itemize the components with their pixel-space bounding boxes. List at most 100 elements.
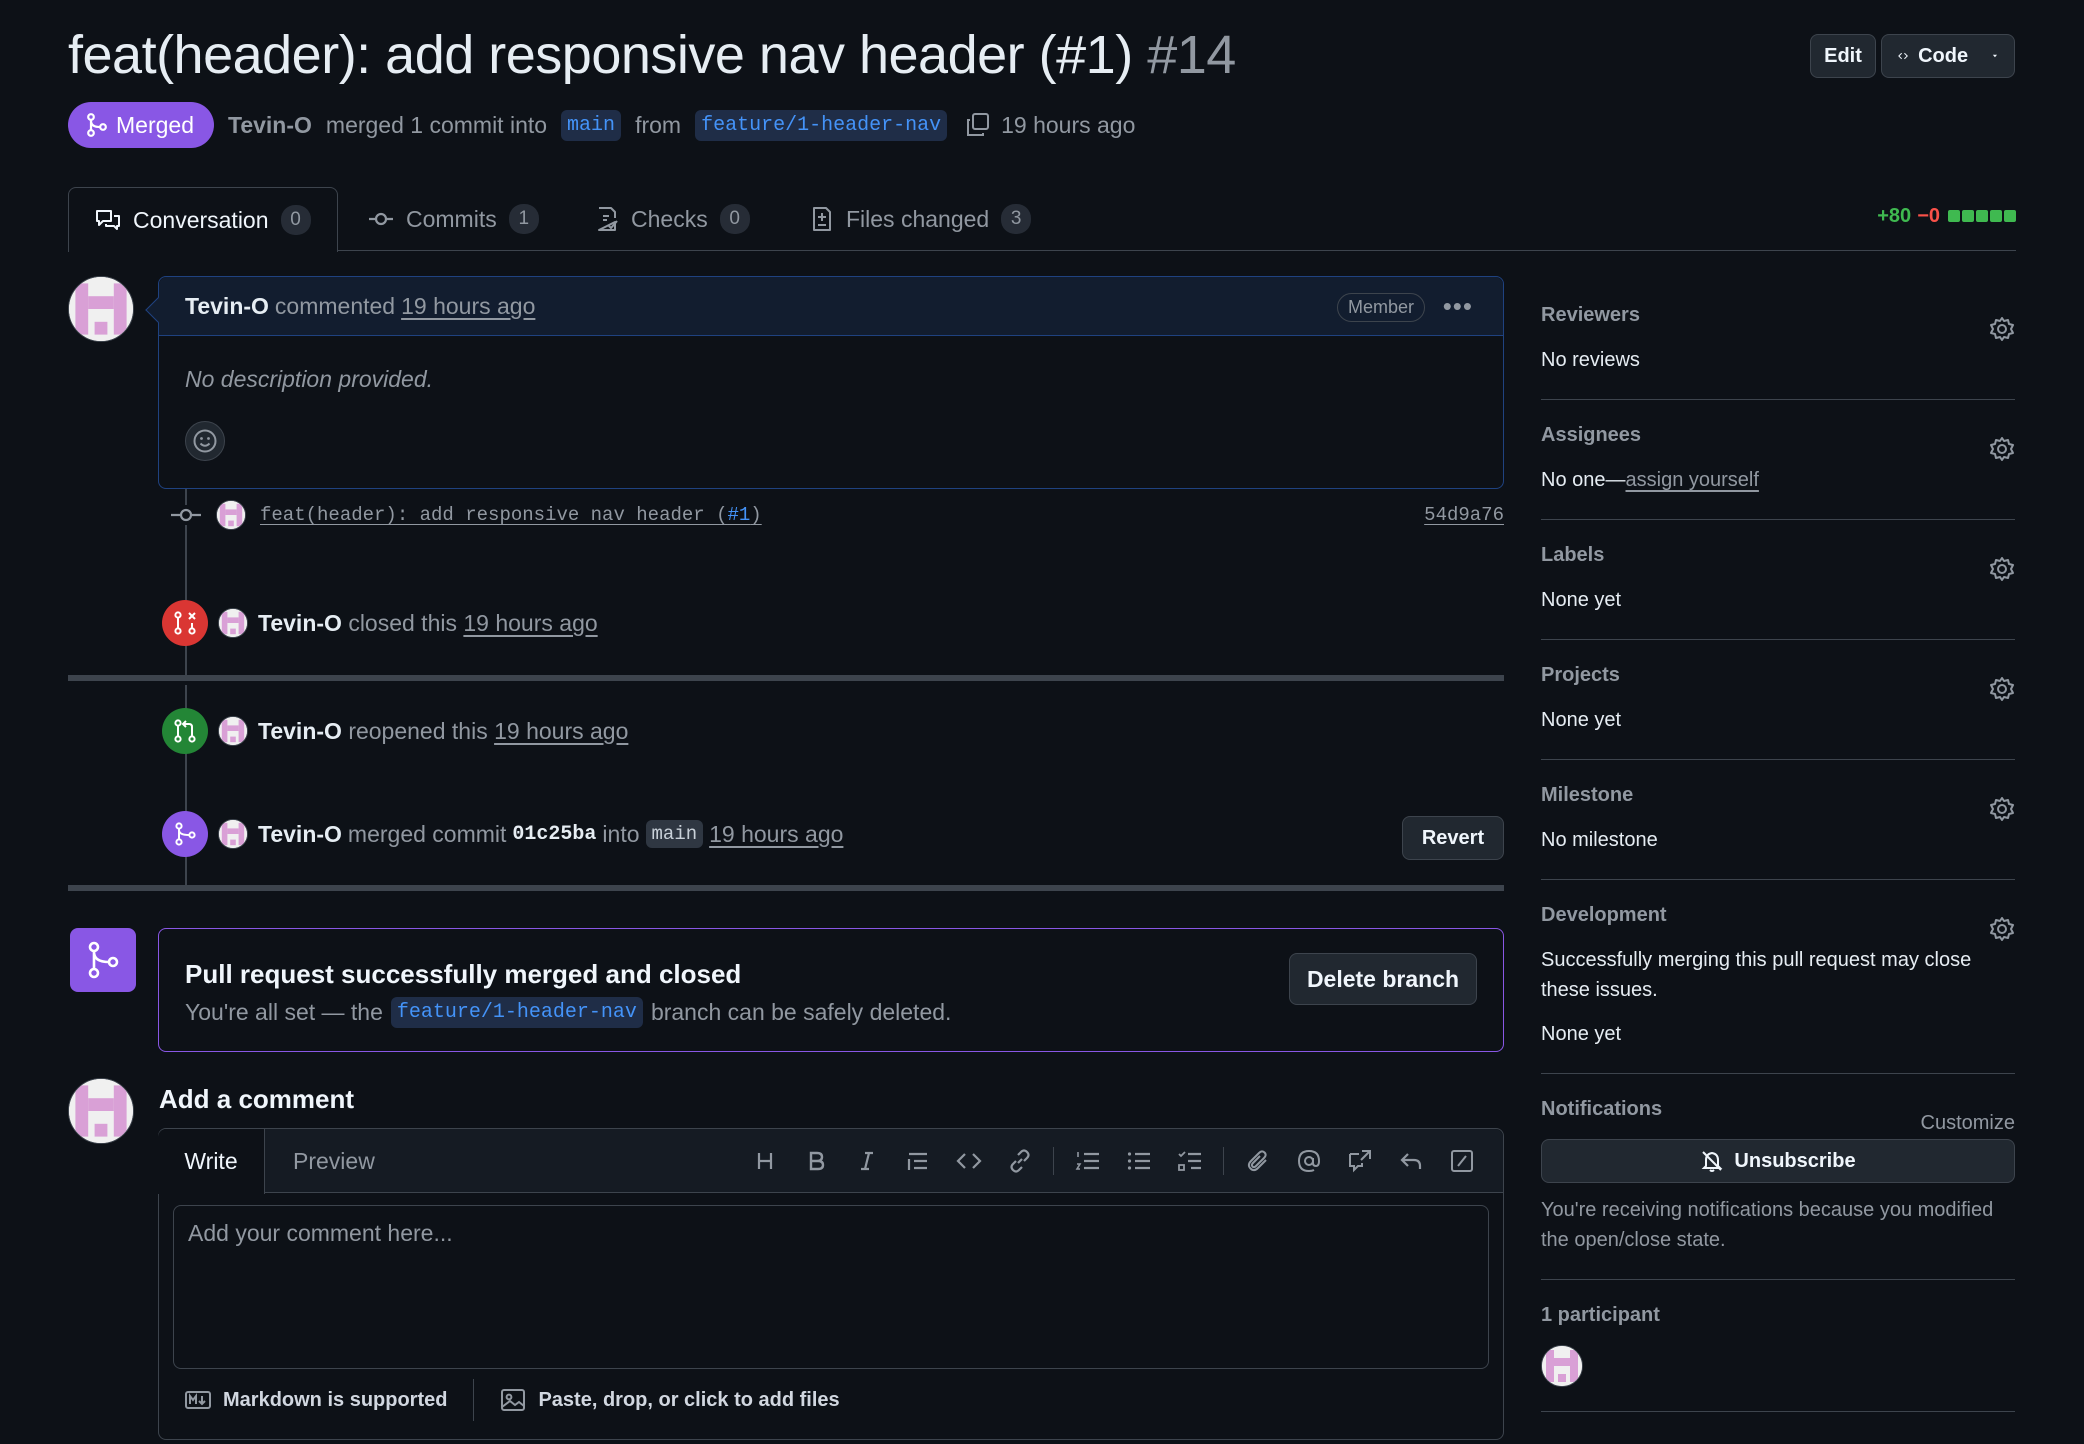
numbered-list-icon[interactable] <box>1062 1145 1113 1177</box>
sidebar-notifications: Notifications Customize Unsubscribe You'… <box>1541 1098 2015 1280</box>
gear-icon[interactable] <box>1989 436 2015 462</box>
slash-commands-icon[interactable] <box>1436 1145 1487 1177</box>
copy-icon[interactable] <box>965 112 991 138</box>
italic-icon[interactable] <box>841 1145 892 1177</box>
merged-time[interactable]: 19 hours ago <box>709 821 843 848</box>
pr-tabs: Conversation 0 Commits 1 Checks 0 Files … <box>68 187 2016 252</box>
event-avatar[interactable] <box>218 819 248 849</box>
head-branch[interactable]: feature/1-header-nav <box>695 109 948 141</box>
merge-commit-sha[interactable]: 01c25ba <box>512 823 596 846</box>
merge-icon <box>175 822 196 846</box>
mention-icon[interactable] <box>1283 1145 1334 1177</box>
customize-link[interactable]: Customize <box>1921 1112 2015 1135</box>
delete-branch-label: Delete branch <box>1306 965 1460 992</box>
tab-conversation[interactable]: Conversation 0 <box>68 187 338 252</box>
paperclip-icon[interactable] <box>1232 1145 1283 1177</box>
tab-commits[interactable]: Commits 1 <box>368 187 539 251</box>
closed-event: Tevin-O closed this 19 hours ago <box>162 600 598 646</box>
gear-icon[interactable] <box>1989 916 2015 942</box>
tab-preview[interactable]: Preview <box>293 1129 375 1193</box>
attach-files-button[interactable]: Paste, drop, or click to add files <box>538 1389 839 1412</box>
commit-sha-link[interactable]: 54d9a76 <box>1424 504 1504 526</box>
code-button[interactable]: Code <box>1881 34 2015 78</box>
comment-discussion-icon <box>96 210 120 230</box>
reopened-time[interactable]: 19 hours ago <box>494 718 628 744</box>
add-reaction-button[interactable] <box>185 421 225 461</box>
current-user-avatar[interactable] <box>68 1078 134 1144</box>
comment-card: Tevin-O commented 19 hours ago Member ••… <box>145 276 1504 489</box>
markdown-supported-link[interactable]: Markdown is supported <box>223 1389 447 1412</box>
sidebar-reviewers: Reviewers No reviews <box>1541 304 2015 400</box>
sidebar-milestone: Milestone No milestone <box>1541 784 2015 880</box>
milestone-title[interactable]: Milestone <box>1541 784 2015 807</box>
participants-title: 1 participant <box>1541 1304 1660 1326</box>
labels-title[interactable]: Labels <box>1541 544 2015 567</box>
projects-title[interactable]: Projects <box>1541 664 2015 687</box>
assignees-title[interactable]: Assignees <box>1541 424 2015 447</box>
sidebar-assignees: Assignees No one—assign yourself <box>1541 424 2015 520</box>
closed-author[interactable]: Tevin-O <box>258 610 342 636</box>
code-icon[interactable] <box>943 1145 994 1177</box>
bold-icon[interactable] <box>790 1145 841 1177</box>
task-list-icon[interactable] <box>1164 1145 1215 1177</box>
kebab-menu-icon[interactable]: ••• <box>1443 291 1473 322</box>
comment-header: Tevin-O commented 19 hours ago <box>159 277 1503 336</box>
reviewers-title[interactable]: Reviewers <box>1541 304 2015 327</box>
labels-value: None yet <box>1541 589 1622 611</box>
merged-author[interactable]: Tevin-O <box>258 821 342 848</box>
gear-icon[interactable] <box>1989 796 2015 822</box>
merged-event-badge <box>162 811 208 857</box>
commit-issue-link[interactable]: #1 <box>727 504 750 526</box>
link-icon[interactable] <box>994 1145 1045 1177</box>
unsubscribe-button[interactable]: Unsubscribe <box>1541 1139 2015 1183</box>
development-value: None yet <box>1541 1023 1622 1045</box>
assignees-value: No one— <box>1541 469 1626 491</box>
tab-checks[interactable]: Checks 0 <box>595 187 750 251</box>
unordered-list-icon[interactable] <box>1113 1145 1164 1177</box>
merge-branch[interactable]: feature/1-header-nav <box>390 997 643 1028</box>
merge-status-subtitle: You're all set — the feature/1-header-na… <box>185 997 951 1028</box>
quote-icon[interactable] <box>892 1145 943 1177</box>
code-button-label: Code <box>1918 44 1969 67</box>
gear-icon[interactable] <box>1989 676 2015 702</box>
assign-yourself-link[interactable]: assign yourself <box>1626 469 1759 491</box>
base-branch[interactable]: main <box>561 109 622 141</box>
author-link[interactable]: Tevin-O <box>228 112 312 139</box>
pr-title: feat(header): add responsive nav header … <box>68 25 1133 85</box>
timeline-divider <box>68 885 1504 891</box>
commit-row: feat(header): add responsive nav header … <box>170 500 1504 530</box>
merge-sub-pre: You're all set — the <box>185 999 383 1025</box>
merged-branch[interactable]: main <box>645 820 704 848</box>
gear-icon[interactable] <box>1989 316 2015 342</box>
reopened-author[interactable]: Tevin-O <box>258 718 342 744</box>
revert-button[interactable]: Revert <box>1402 816 1504 860</box>
closed-time[interactable]: 19 hours ago <box>463 610 597 636</box>
markdown-toolbar <box>739 1145 1487 1177</box>
commit-message-link[interactable]: feat(header): add responsive nav header … <box>260 504 762 526</box>
delete-branch-button[interactable]: Delete branch <box>1289 953 1477 1005</box>
milestone-value: No milestone <box>1541 829 1658 851</box>
edit-button[interactable]: Edit <box>1810 34 1876 78</box>
comment-author[interactable]: Tevin-O <box>185 293 269 320</box>
development-title[interactable]: Development <box>1541 904 2015 927</box>
cross-reference-icon[interactable] <box>1334 1145 1385 1177</box>
comment-input[interactable] <box>173 1205 1489 1369</box>
closed-action: closed this <box>348 609 457 636</box>
event-avatar[interactable] <box>218 608 248 638</box>
add-comment-heading: Add a comment <box>159 1084 355 1114</box>
pr-number: #14 <box>1147 25 1236 85</box>
tab-files-changed[interactable]: Files changed 3 <box>810 187 1032 251</box>
heading-icon[interactable] <box>739 1145 790 1177</box>
commit-icon <box>170 505 202 525</box>
gear-icon[interactable] <box>1989 556 2015 582</box>
image-icon <box>501 1389 526 1411</box>
participant-avatar[interactable] <box>1541 1345 1583 1387</box>
comment-time[interactable]: 19 hours ago <box>401 293 535 320</box>
comment-author-avatar[interactable] <box>68 276 134 342</box>
event-avatar[interactable] <box>218 716 248 746</box>
commit-message-end: ) <box>750 504 762 526</box>
tab-write[interactable]: Write <box>158 1129 265 1194</box>
commit-author-avatar[interactable] <box>216 500 246 530</box>
reply-icon[interactable] <box>1385 1145 1436 1177</box>
checklist-icon <box>598 207 618 231</box>
